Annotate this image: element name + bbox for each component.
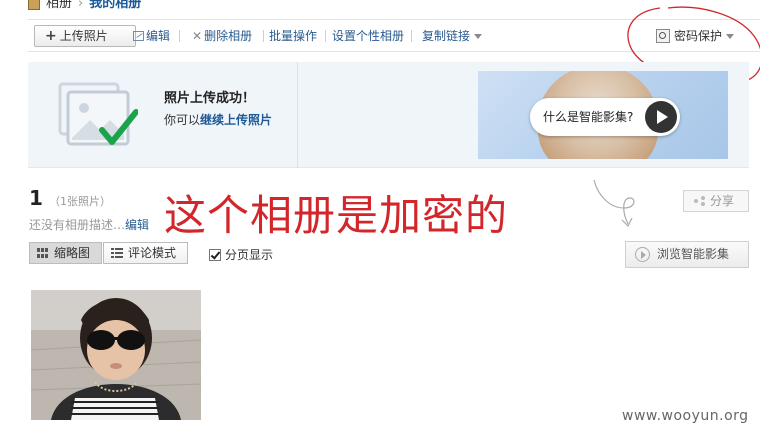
- share-icon: [694, 196, 706, 206]
- tab-thumbnail-label: 缩略图: [54, 246, 91, 260]
- curl-arrow-icon: [593, 179, 635, 228]
- smart-album-promo-banner[interactable]: 什么是智能影集?: [478, 71, 728, 159]
- what-is-smart-album-button[interactable]: 什么是智能影集?: [530, 98, 680, 136]
- copy-link-button[interactable]: 复制链接: [422, 29, 483, 43]
- paging-checkbox[interactable]: [209, 249, 221, 261]
- photo-success-icon: [58, 82, 138, 146]
- delete-album-label: 删除相册: [204, 29, 253, 43]
- album-icon: [28, 0, 40, 10]
- child-photo-image: [31, 290, 201, 420]
- upload-success-panel: 照片上传成功！ 你可以继续上传照片 什么是智能影集?: [28, 62, 749, 168]
- breadcrumb-root[interactable]: 相册: [46, 0, 72, 11]
- share-button[interactable]: 分享: [683, 190, 749, 212]
- key-icon: [656, 29, 670, 43]
- browse-smart-album-label: 浏览智能影集: [657, 247, 730, 261]
- photo-count: 1: [29, 186, 43, 210]
- toolbar-divider: [179, 30, 180, 42]
- tab-comment-mode[interactable]: 评论模式: [103, 242, 188, 264]
- red-annotation-text: 这个相册是加密的: [164, 191, 509, 240]
- batch-operation-button[interactable]: 批量操作: [269, 29, 317, 43]
- toolbar-divider: [325, 30, 326, 42]
- breadcrumb-separator: ›: [78, 0, 84, 11]
- copy-link-label: 复制链接: [422, 29, 471, 43]
- tab-thumbnail[interactable]: 缩略图: [29, 242, 102, 264]
- upload-photo-button[interactable]: + 上传照片: [34, 25, 136, 47]
- plus-icon: +: [45, 28, 57, 44]
- chevron-down-icon: [726, 34, 735, 39]
- custom-album-button[interactable]: 设置个性相册: [332, 29, 404, 43]
- delete-album-button[interactable]: ✕ 删除相册: [192, 29, 252, 43]
- what-is-smart-album-label: 什么是智能影集?: [543, 110, 634, 124]
- play-icon: [645, 101, 677, 133]
- edit-icon: [133, 31, 144, 41]
- toolbar-divider: [411, 30, 412, 42]
- breadcrumb: 相册 › 我的相册: [28, 0, 141, 11]
- panel-divider: [297, 62, 298, 168]
- paging-label: 分页显示: [225, 248, 274, 262]
- album-description-text: 还没有相册描述…: [29, 218, 126, 232]
- password-protect-label: 密码保护: [674, 29, 723, 43]
- close-icon: ✕: [192, 29, 203, 43]
- album-toolbar: + 上传照片 编辑 ✕ 删除相册 批量操作 设置个性相册 复制链接 密码保护: [28, 19, 760, 52]
- edit-album-label: 编辑: [146, 29, 171, 43]
- watermark: www.wooyun.org: [622, 408, 749, 424]
- browse-smart-album-button[interactable]: 浏览智能影集: [625, 241, 749, 268]
- paging-toggle[interactable]: 分页显示: [209, 246, 273, 263]
- edit-description-link[interactable]: 编辑: [125, 218, 149, 232]
- edit-album-button[interactable]: 编辑: [133, 29, 170, 43]
- success-title: 照片上传成功！: [164, 91, 256, 106]
- breadcrumb-current[interactable]: 我的相册: [89, 0, 141, 11]
- upload-photo-label: 上传照片: [59, 29, 108, 43]
- success-prefix: 你可以: [164, 113, 201, 127]
- password-protect-button[interactable]: 密码保护: [656, 27, 735, 44]
- success-message: 你可以继续上传照片: [164, 111, 272, 128]
- photo-thumbnail[interactable]: [31, 290, 201, 420]
- chevron-down-icon: [474, 34, 483, 39]
- continue-upload-link[interactable]: 继续上传照片: [200, 113, 272, 127]
- list-icon: [111, 248, 123, 258]
- tab-comment-mode-label: 评论模式: [128, 246, 177, 260]
- toolbar-divider: [263, 30, 264, 42]
- share-label: 分享: [710, 194, 735, 208]
- photo-count-detail: （1张照片）: [49, 195, 111, 208]
- play-circle-icon: [635, 247, 650, 262]
- grid-icon: [37, 248, 49, 258]
- album-description: 还没有相册描述…编辑: [29, 216, 149, 233]
